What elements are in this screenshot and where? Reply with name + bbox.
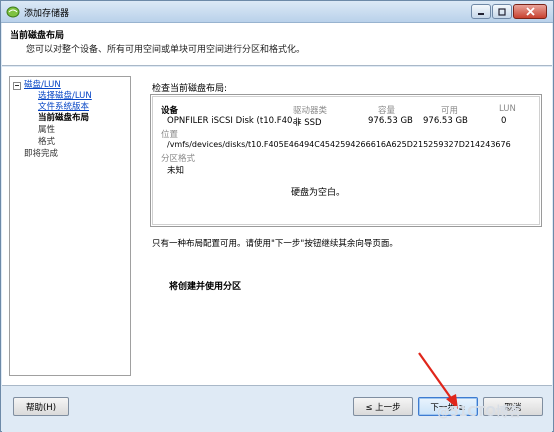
wizard-content: 磁盘/LUN 选择磁盘/LUN 文件系统版本 当前磁盘布局 属性 格式 即将完成…: [2, 67, 552, 385]
partition-format-value: 未知: [167, 166, 185, 176]
page-subtitle: 您可以对整个设备、所有可用空间或单块可用空间进行分区和格式化。: [26, 45, 306, 55]
nav-item-fs-version[interactable]: 文件系统版本: [38, 102, 89, 112]
wizard-steps-nav: 磁盘/LUN 选择磁盘/LUN 文件系统版本 当前磁盘布局 属性 格式 即将完成: [9, 76, 131, 376]
nav-item-current-layout: 当前磁盘布局: [38, 113, 90, 123]
wizard-header: 当前磁盘布局 您可以对整个设备、所有可用空间或单块可用空间进行分区和格式化。: [2, 23, 552, 66]
cell-lun: 0: [501, 116, 507, 126]
nav-item-disk-lun[interactable]: 磁盘/LUN: [24, 80, 61, 90]
minimize-button[interactable]: [471, 4, 491, 19]
col-drive-type: 驱动器类: [293, 106, 328, 116]
maximize-button[interactable]: [492, 4, 512, 19]
partition-format-label: 分区格式: [161, 154, 196, 164]
cell-device: OPNFILER iSCSI Disk (t10.F40...: [167, 116, 301, 126]
disk-layout-panel: 设备 驱动器类 容量 可用 LUN OPNFILER iSCSI Disk (t…: [150, 94, 542, 227]
nav-item-format: 格式: [38, 137, 56, 147]
location-label: 位置: [161, 130, 179, 140]
cell-available: 976.53 GB: [423, 116, 468, 126]
watermark: @51CTO博客: [437, 405, 522, 420]
close-icon: [525, 7, 535, 16]
section-label: 检查当前磁盘布局:: [152, 84, 228, 94]
col-available: 可用: [441, 106, 459, 116]
page-title: 当前磁盘布局: [10, 31, 65, 41]
back-button[interactable]: ≤ 上一步: [353, 397, 413, 416]
window-title: 添加存储器: [24, 9, 70, 19]
col-device: 设备: [161, 106, 179, 116]
create-partition-message: 将创建并使用分区: [169, 282, 242, 292]
col-lun: LUN: [499, 104, 516, 114]
close-button[interactable]: [513, 4, 547, 19]
minimize-icon: [478, 12, 484, 15]
nav-item-properties: 属性: [38, 125, 56, 135]
single-layout-message: 只有一种布局配置可用。请使用"下一步"按钮继续其余向导页面。: [152, 239, 398, 249]
nav-item-select-disk[interactable]: 选择磁盘/LUN: [38, 91, 92, 101]
maximize-icon: [498, 7, 506, 16]
app-icon: [6, 6, 20, 18]
col-capacity: 容量: [378, 106, 396, 116]
title-bar: 添加存储器: [1, 1, 553, 23]
add-storage-window: 添加存储器 当前磁盘布局 您可以对整个设备、所有可用空间或单块可用空间进行分区和…: [0, 0, 554, 432]
help-button[interactable]: 帮助(H): [13, 397, 69, 416]
empty-disk-message: 硬盘为空白。: [291, 188, 346, 198]
location-value: /vmfs/devices/disks/t10.F405E46494C45425…: [167, 140, 511, 149]
nav-item-ready: 即将完成: [24, 149, 59, 159]
collapse-icon[interactable]: [13, 82, 21, 90]
cell-capacity: 976.53 GB: [368, 116, 413, 126]
cell-drive-type: 非 SSD: [293, 118, 322, 128]
